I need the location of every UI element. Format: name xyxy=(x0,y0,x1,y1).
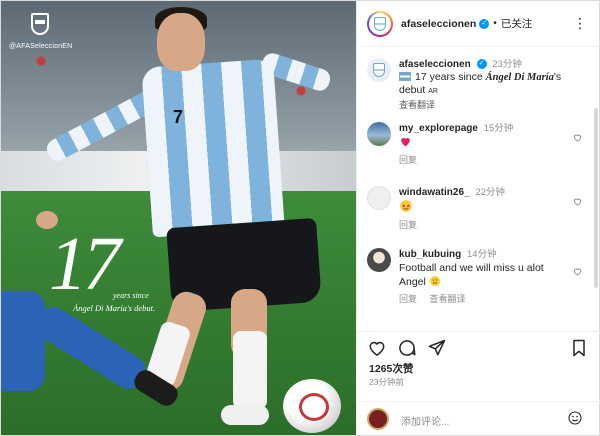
player-jersey xyxy=(141,58,285,238)
comment-text xyxy=(399,199,587,215)
comments-scrollbar[interactable] xyxy=(594,108,598,288)
like-heart-icon[interactable] xyxy=(367,338,387,358)
caption-text-name: Ángel Di María xyxy=(485,72,554,83)
jersey-number: 7 xyxy=(173,107,184,127)
caption-text: 17 years since Ángel Di María's debut AR xyxy=(399,71,587,98)
sad-face-icon xyxy=(429,276,440,286)
like-heart-icon[interactable] xyxy=(572,132,583,143)
comment-text-content: Football and we will miss u alot Angel xyxy=(399,262,544,288)
caption-time: 23分钟 xyxy=(492,59,522,70)
like-heart-icon[interactable] xyxy=(572,266,583,277)
verified-badge-icon: ✓ xyxy=(476,59,487,70)
caption-meta: 查看翻译 xyxy=(399,99,587,112)
comment-body: windawatin26_ 22分钟 回复 xyxy=(399,186,587,232)
afa-crest-icon xyxy=(374,16,386,31)
comment-meta: 回复 xyxy=(399,154,587,167)
comment-text xyxy=(399,135,587,150)
commenter-avatar[interactable] xyxy=(367,186,391,210)
emoji-picker-icon[interactable] xyxy=(567,410,583,426)
comments-scroll-area[interactable]: afaseleccionen ✓ 23分钟 17 years since Áng… xyxy=(357,48,600,328)
comment-item: windawatin26_ 22分钟 回复 xyxy=(367,186,587,232)
comment-bubble-icon[interactable] xyxy=(397,338,417,358)
comment-item: my_explorepage 15分钟 回复 xyxy=(367,122,587,167)
post-side-panel: afaseleccionen ✓ • 已关注 ⋮ afaseleccionen … xyxy=(356,1,600,435)
afa-crest-icon xyxy=(373,63,385,77)
argentina-flag-icon xyxy=(399,72,411,81)
comment-time: 22分钟 xyxy=(475,187,505,198)
reply-link[interactable]: 回复 xyxy=(399,155,417,165)
following-button[interactable]: 已关注 xyxy=(501,16,533,31)
caption-text-line2: debut xyxy=(399,84,426,96)
caption-text-prefix: 17 years since xyxy=(415,71,483,83)
comment-username[interactable]: my_explorepage xyxy=(399,123,478,134)
caption-username[interactable]: afaseleccionen xyxy=(399,59,471,70)
post-photo[interactable]: @AFASeleccionEN 7 17 years since Ángel D… xyxy=(1,1,356,435)
red-heart-icon xyxy=(401,137,410,147)
bookmark-icon[interactable] xyxy=(569,338,589,358)
more-options-icon[interactable]: ⋮ xyxy=(573,15,587,32)
opponent-body xyxy=(1,291,45,391)
comment-username[interactable]: kub_kubuing xyxy=(399,249,461,260)
reply-link[interactable]: 回复 xyxy=(399,294,417,304)
like-heart-icon[interactable] xyxy=(572,196,583,207)
current-user-avatar xyxy=(367,408,389,430)
avatar-inner xyxy=(369,12,391,35)
comment-body: my_explorepage 15分钟 回复 xyxy=(399,122,587,167)
comment-meta: 回复 xyxy=(399,219,587,232)
afa-crest-logo xyxy=(31,13,49,35)
author-avatar[interactable] xyxy=(367,10,393,37)
likes-count[interactable]: 1265次赞 xyxy=(369,361,413,376)
comment-item: kub_kubuing 14分钟 Football and we will mi… xyxy=(367,248,587,306)
comment-time: 14分钟 xyxy=(467,249,497,260)
comment-username[interactable]: windawatin26_ xyxy=(399,187,470,198)
caption-entry: afaseleccionen ✓ 23分钟 17 years since Áng… xyxy=(367,58,587,112)
caption-text-suffix: 's xyxy=(553,71,562,83)
reply-link[interactable]: 回复 xyxy=(399,220,417,230)
add-comment-input[interactable]: 添加评论... xyxy=(401,413,449,428)
caption-text-ar: AR xyxy=(428,88,438,95)
instagram-post-window: @AFASeleccionEN 7 17 years since Ángel D… xyxy=(0,0,600,436)
comment-body: kub_kubuing 14分钟 Football and we will mi… xyxy=(399,248,587,306)
player-boot xyxy=(221,405,269,425)
caption-body: afaseleccionen ✓ 23分钟 17 years since Áng… xyxy=(399,58,587,112)
commenter-avatar[interactable] xyxy=(367,248,391,272)
overlay-years-number: 17 xyxy=(49,222,121,306)
player-right-sock xyxy=(233,331,267,409)
comment-text: Football and we will miss u alot Angel xyxy=(399,261,559,289)
commenter-avatar[interactable] xyxy=(367,122,391,146)
post-header: afaseleccionen ✓ • 已关注 ⋮ xyxy=(357,1,599,47)
share-paper-plane-icon[interactable] xyxy=(427,338,447,358)
caption-avatar[interactable] xyxy=(367,58,391,82)
caption-translate-link[interactable]: 查看翻译 xyxy=(399,100,435,110)
post-actions-bar xyxy=(357,331,600,361)
verified-badge-icon: ✓ xyxy=(479,18,490,29)
post-time-ago: 23分钟前 xyxy=(369,377,404,387)
player-head xyxy=(157,13,205,71)
comment-time: 15分钟 xyxy=(483,123,514,134)
comment-meta: 回复 查看翻译 xyxy=(399,293,587,306)
translate-link[interactable]: 查看翻译 xyxy=(430,294,466,304)
header-separator: • xyxy=(493,18,497,29)
star-struck-face-icon xyxy=(400,200,412,212)
football-ball xyxy=(283,379,341,433)
author-username[interactable]: afaseleccionen xyxy=(401,18,476,30)
overlay-debut-text: Ángel Di María's debut. xyxy=(73,303,156,313)
add-comment-bar: 添加评论... xyxy=(357,401,600,435)
overlay-years-since: years since xyxy=(113,291,149,300)
